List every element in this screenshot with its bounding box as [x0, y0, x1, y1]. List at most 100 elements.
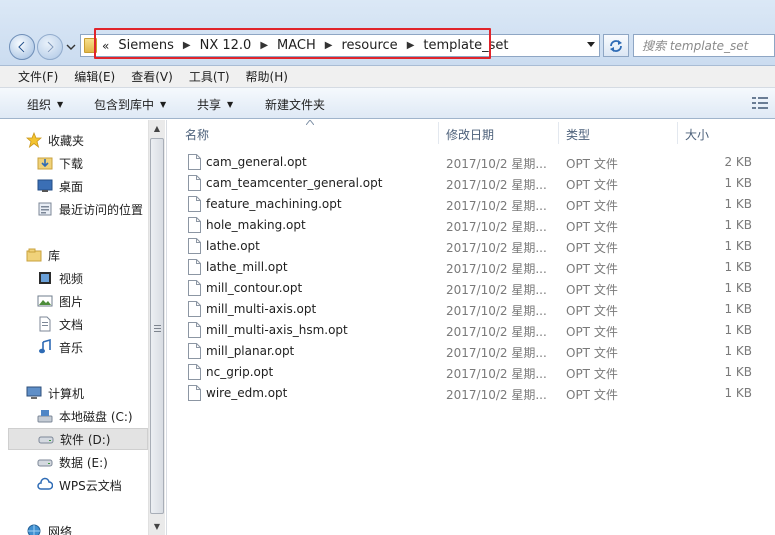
breadcrumb-overflow[interactable]: « [102, 39, 109, 53]
column-date[interactable]: 修改日期 [446, 126, 494, 143]
nav-drive-d[interactable]: 软件 (D:) [8, 428, 148, 450]
breadcrumb-siemens[interactable]: Siemens [118, 38, 174, 53]
breadcrumb-resource[interactable]: resource [341, 38, 397, 53]
file-size: 1 KB [724, 344, 752, 358]
file-size: 1 KB [724, 386, 752, 400]
file-name: mill_planar.opt [206, 344, 295, 358]
file-icon [188, 364, 201, 380]
navigation-pane: 收藏夹 下载 桌面 最近访问的位置 库 视频 图片 文档 音乐 计算机 本地磁盘… [0, 120, 167, 535]
file-row[interactable]: nc_grip.opt 2017/10/2 星期... OPT 文件 1 KB [168, 362, 775, 383]
address-row: « Siemens ▶ NX 12.0 ▶ MACH ▶ resource ▶ … [0, 0, 775, 66]
file-icon [188, 196, 201, 212]
menu-tools[interactable]: 工具(T) [189, 68, 230, 85]
nav-libraries[interactable]: 库 [26, 244, 166, 266]
column-name[interactable]: 名称 [185, 126, 209, 143]
file-name: mill_multi-axis.opt [206, 302, 317, 316]
new-folder-button[interactable]: 新建文件夹 [265, 96, 325, 113]
refresh-button[interactable] [603, 34, 629, 57]
file-row[interactable]: mill_multi-axis.opt 2017/10/2 星期... OPT … [168, 299, 775, 320]
nav-favorites[interactable]: 收藏夹 [26, 129, 166, 151]
nav-pictures-label: 图片 [59, 294, 84, 309]
file-size: 1 KB [724, 281, 752, 295]
organize-button[interactable]: 组织 ▼ [27, 96, 63, 113]
file-row[interactable]: mill_planar.opt 2017/10/2 星期... OPT 文件 1… [168, 341, 775, 362]
file-icon [188, 385, 201, 401]
file-row[interactable]: lathe.opt 2017/10/2 星期... OPT 文件 1 KB [168, 236, 775, 257]
menu-view[interactable]: 查看(V) [131, 68, 173, 85]
network-icon [26, 523, 42, 535]
column-size[interactable]: 大小 [685, 126, 709, 143]
file-icon [188, 217, 201, 233]
share-button[interactable]: 共享 ▼ [197, 96, 233, 113]
file-date: 2017/10/2 星期... [446, 262, 547, 276]
nav-network[interactable]: 网络 [26, 520, 166, 535]
file-row[interactable]: cam_teamcenter_general.opt 2017/10/2 星期.… [168, 173, 775, 194]
file-size: 1 KB [724, 302, 752, 316]
file-name: feature_machining.opt [206, 197, 342, 211]
file-row[interactable]: feature_machining.opt 2017/10/2 星期... OP… [168, 194, 775, 215]
file-icon [188, 301, 201, 317]
back-button[interactable] [9, 34, 35, 60]
nav-desktop-label: 桌面 [59, 179, 84, 194]
recent-pages-chevron-down-icon[interactable] [66, 43, 76, 51]
file-row[interactable]: hole_making.opt 2017/10/2 星期... OPT 文件 1… [168, 215, 775, 236]
file-row[interactable]: mill_multi-axis_hsm.opt 2017/10/2 星期... … [168, 320, 775, 341]
nav-drive-d-label: 软件 (D:) [60, 432, 111, 447]
column-divider[interactable] [438, 122, 439, 144]
search-input[interactable] [634, 35, 752, 56]
file-icon [188, 154, 201, 170]
organize-label: 组织 [27, 98, 52, 112]
document-icon [37, 316, 53, 332]
nav-music-label: 音乐 [59, 340, 84, 355]
nav-network-label: 网络 [48, 524, 73, 535]
file-name: wire_edm.opt [206, 386, 288, 400]
scroll-up-arrow-icon[interactable]: ▲ [149, 120, 165, 137]
library-icon [26, 247, 42, 263]
address-history-chevron-down-icon[interactable] [587, 42, 595, 48]
breadcrumb-template-set[interactable]: template_set [423, 38, 508, 53]
download-folder-icon [37, 155, 53, 171]
file-type: OPT 文件 [566, 178, 618, 192]
include-in-library-button[interactable]: 包含到库中 ▼ [94, 96, 166, 113]
nav-favorites-label: 收藏夹 [48, 133, 85, 148]
breadcrumb-mach[interactable]: MACH [277, 38, 316, 53]
music-note-icon [37, 339, 53, 355]
breadcrumb-chevron-icon[interactable]: ▶ [260, 40, 268, 51]
scroll-down-arrow-icon[interactable]: ▼ [149, 518, 165, 535]
forward-button[interactable] [37, 34, 63, 60]
file-name: cam_general.opt [206, 155, 307, 169]
file-size: 2 KB [724, 155, 752, 169]
system-drive-icon [37, 408, 53, 424]
breadcrumb-chevron-icon[interactable]: ▶ [407, 40, 415, 51]
file-type: OPT 文件 [566, 241, 618, 255]
file-date: 2017/10/2 星期... [446, 367, 547, 381]
column-divider[interactable] [558, 122, 559, 144]
breadcrumb-chevron-icon[interactable]: ▶ [325, 40, 333, 51]
menu-edit[interactable]: 编辑(E) [74, 68, 115, 85]
nav-videos-label: 视频 [59, 271, 84, 286]
file-date: 2017/10/2 星期... [446, 346, 547, 360]
file-date: 2017/10/2 星期... [446, 220, 547, 234]
column-header: 名称 修改日期 类型 大小 [168, 120, 775, 146]
desktop-icon [37, 178, 53, 194]
nav-scrollbar[interactable]: ▲ ▼ [148, 120, 165, 535]
view-options-icon[interactable] [752, 97, 768, 109]
nav-computer[interactable]: 计算机 [26, 382, 166, 404]
file-row[interactable]: lathe_mill.opt 2017/10/2 星期... OPT 文件 1 … [168, 257, 775, 278]
breadcrumb-nx12[interactable]: NX 12.0 [200, 38, 252, 53]
address-bar[interactable]: « Siemens ▶ NX 12.0 ▶ MACH ▶ resource ▶ … [80, 34, 600, 57]
scroll-thumb[interactable] [150, 138, 164, 514]
file-row[interactable]: cam_general.opt 2017/10/2 星期... OPT 文件 2… [168, 152, 775, 173]
grip-icon [154, 325, 161, 332]
column-divider[interactable] [677, 122, 678, 144]
file-date: 2017/10/2 星期... [446, 283, 547, 297]
menu-file[interactable]: 文件(F) [18, 68, 58, 85]
breadcrumb-chevron-icon[interactable]: ▶ [183, 40, 191, 51]
nav-drive-c-label: 本地磁盘 (C:) [59, 409, 133, 424]
file-icon [188, 175, 201, 191]
file-row[interactable]: mill_contour.opt 2017/10/2 星期... OPT 文件 … [168, 278, 775, 299]
file-name: mill_multi-axis_hsm.opt [206, 323, 348, 337]
column-type[interactable]: 类型 [566, 126, 590, 143]
file-row[interactable]: wire_edm.opt 2017/10/2 星期... OPT 文件 1 KB [168, 383, 775, 404]
menu-help[interactable]: 帮助(H) [246, 68, 288, 85]
